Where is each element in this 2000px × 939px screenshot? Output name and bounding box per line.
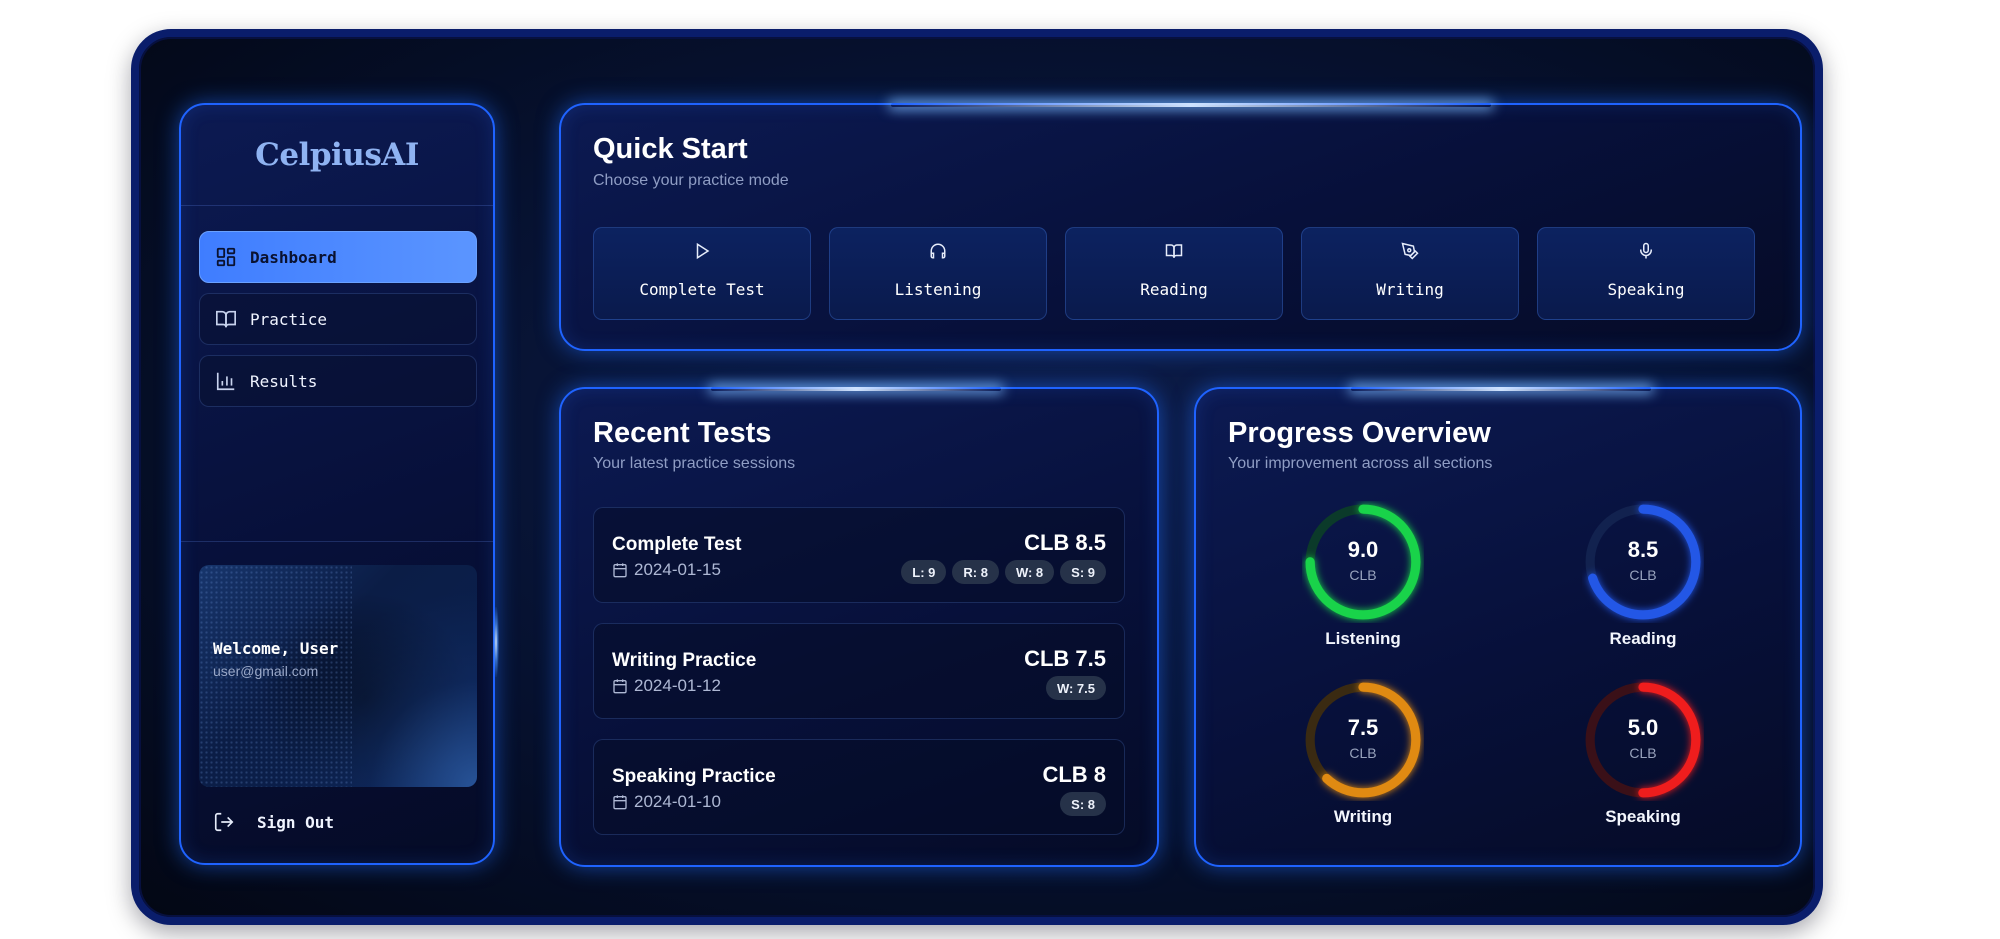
play-icon — [594, 242, 810, 260]
ring-label: Speaking — [1605, 807, 1681, 826]
section-score-badge: W: 8 — [1004, 560, 1055, 584]
progress-overview-subtitle: Your improvement across all sections — [1228, 455, 1493, 472]
grid-icon — [214, 245, 238, 269]
mode-complete-test-button[interactable]: Complete Test — [593, 227, 811, 320]
card-glow-line — [891, 103, 1491, 107]
book-open-icon — [214, 307, 238, 331]
sidebar-item-practice[interactable]: Practice — [199, 293, 477, 345]
mode-reading-button[interactable]: Reading — [1065, 227, 1283, 320]
ring-value: 8.5 — [1627, 537, 1659, 562]
mode-writing-button[interactable]: Writing — [1301, 227, 1519, 320]
recent-tests-subtitle: Your latest practice sessions — [593, 455, 796, 472]
sidebar-divider-bottom — [181, 541, 493, 542]
bar-chart-icon — [214, 369, 238, 393]
ring-value: 5.0 — [1627, 715, 1659, 740]
test-name: Speaking Practice — [612, 766, 776, 787]
user-email: user@gmail.com — [213, 663, 319, 679]
progress-ring-writing: 7.5 CLB Writing — [1288, 679, 1438, 827]
test-name: Writing Practice — [612, 650, 757, 671]
section-score-badge: L: 9 — [901, 560, 947, 584]
test-date-text: 2024-01-15 — [634, 560, 721, 579]
section-score-badge: W: 7.5 — [1045, 676, 1106, 700]
progress-ring-speaking: 5.0 CLB Speaking — [1568, 679, 1718, 827]
user-profile-card: Welcome, User user@gmail.com — [199, 565, 477, 787]
recent-test-row[interactable]: Writing Practice 2024-01-12 CLB 7.5 W: 7… — [593, 623, 1125, 719]
ring-unit: CLB — [1349, 745, 1377, 761]
test-score: CLB 8 — [1042, 762, 1106, 787]
sidebar-item-label: Results — [250, 371, 318, 391]
mode-label: Reading — [1140, 280, 1208, 299]
test-date: 2024-01-12 — [612, 676, 721, 696]
test-date-text: 2024-01-12 — [634, 676, 721, 695]
microphone-icon — [1538, 242, 1754, 260]
mode-label: Complete Test — [639, 280, 765, 299]
ring-value: 7.5 — [1347, 715, 1379, 740]
test-score: CLB 7.5 — [1024, 646, 1106, 671]
calendar-icon — [613, 795, 627, 810]
mode-label: Speaking — [1607, 280, 1685, 299]
quick-start-card: Quick Start Choose your practice mode Co… — [559, 103, 1802, 351]
progress-overview-card: Progress Overview Your improvement acros… — [1194, 387, 1802, 867]
sign-out-icon — [214, 812, 234, 832]
welcome-text: Welcome, User — [213, 639, 339, 658]
progress-ring-reading: 8.5 CLB Reading — [1568, 501, 1718, 649]
section-score-badge: S: 9 — [1060, 560, 1106, 584]
sidebar-item-label: Practice — [250, 309, 328, 329]
recent-test-row[interactable]: Complete Test 2024-01-15 CLB 8.5 L: 9 R:… — [593, 507, 1125, 603]
calendar-icon — [613, 679, 627, 694]
recent-test-row[interactable]: Speaking Practice 2024-01-10 CLB 8 S: 8 — [593, 739, 1125, 835]
ring-value: 9.0 — [1347, 537, 1379, 562]
sign-out-label: Sign Out — [257, 812, 335, 832]
sidebar-edge-glow — [493, 607, 499, 677]
test-date: 2024-01-10 — [612, 792, 721, 812]
test-date-text: 2024-01-10 — [634, 792, 721, 811]
headphones-icon — [830, 242, 1046, 260]
mode-label: Listening — [894, 280, 982, 299]
score-badges: S: 8 — [1060, 792, 1106, 816]
card-glow-line — [1351, 387, 1651, 391]
calendar-icon — [613, 563, 627, 578]
progress-ring-listening: 9.0 CLB Listening — [1288, 501, 1438, 649]
ring-label: Writing — [1333, 807, 1393, 826]
mode-label: Writing — [1376, 280, 1444, 299]
sidebar-divider-top — [181, 205, 493, 206]
book-open-icon — [1066, 242, 1282, 260]
quick-start-subtitle: Choose your practice mode — [593, 172, 789, 189]
sidebar: CelpiusAI Dashboard Practice Results Wel… — [179, 103, 495, 865]
score-badges: L: 9 R: 8 W: 8 S: 9 — [901, 560, 1106, 584]
sidebar-item-dashboard[interactable]: Dashboard — [199, 231, 477, 283]
section-score-badge: S: 8 — [1060, 792, 1106, 816]
sign-out-button[interactable]: Sign Out — [213, 811, 334, 833]
sidebar-item-results[interactable]: Results — [199, 355, 477, 407]
test-name: Complete Test — [612, 534, 742, 555]
progress-overview-title: Progress Overview — [1228, 417, 1491, 449]
sidebar-item-label: Dashboard — [250, 247, 337, 267]
card-glow-line — [711, 387, 1001, 391]
ring-unit: CLB — [1349, 567, 1377, 583]
pen-tool-icon — [1302, 242, 1518, 260]
app-window: CelpiusAI Dashboard Practice Results Wel… — [131, 29, 1823, 925]
brand-logo: CelpiusAI — [255, 137, 419, 173]
test-score: CLB 8.5 — [1024, 530, 1106, 555]
recent-tests-title: Recent Tests — [593, 417, 772, 449]
test-date: 2024-01-15 — [612, 560, 721, 580]
mode-speaking-button[interactable]: Speaking — [1537, 227, 1755, 320]
mode-listening-button[interactable]: Listening — [829, 227, 1047, 320]
score-badges: W: 7.5 — [1045, 676, 1106, 700]
quick-start-title: Quick Start — [593, 133, 748, 165]
recent-tests-card: Recent Tests Your latest practice sessio… — [559, 387, 1159, 867]
ring-unit: CLB — [1629, 745, 1657, 761]
section-score-badge: R: 8 — [952, 560, 999, 584]
ring-label: Listening — [1325, 629, 1401, 648]
ring-unit: CLB — [1629, 567, 1657, 583]
ring-label: Reading — [1609, 629, 1677, 648]
